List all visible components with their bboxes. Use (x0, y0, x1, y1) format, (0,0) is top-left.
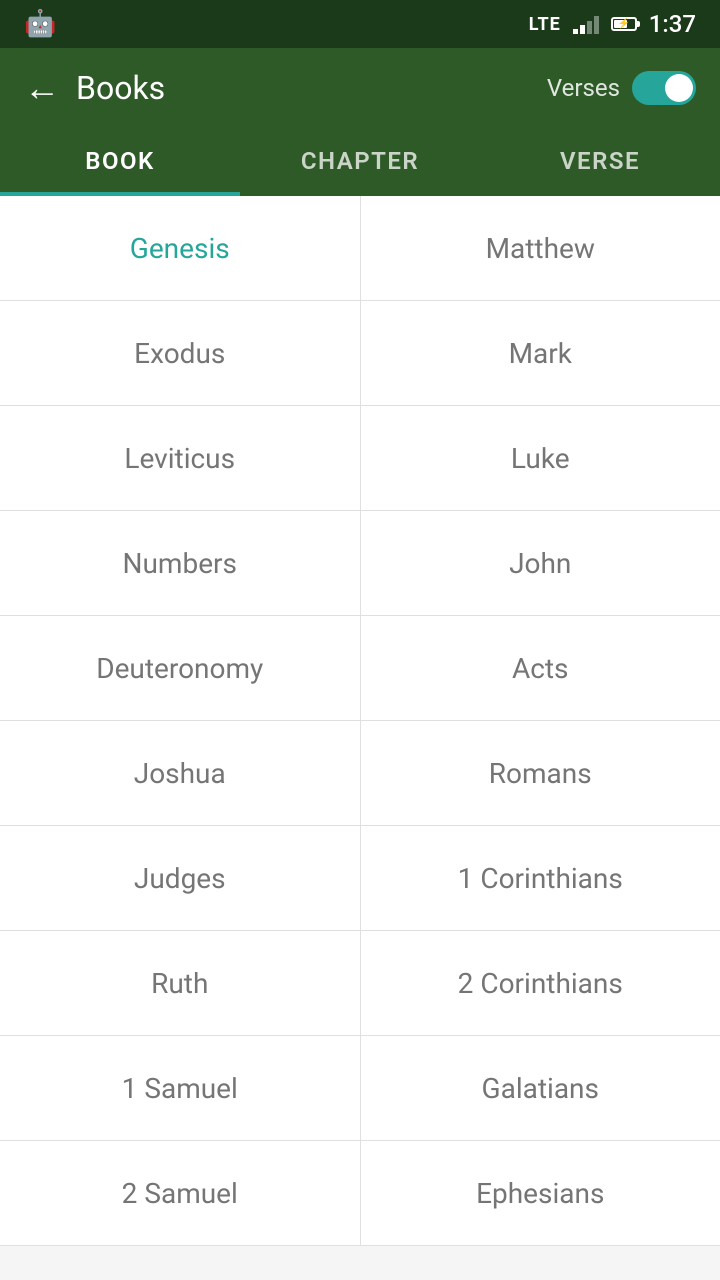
verses-toggle[interactable] (632, 71, 696, 105)
book-cell-right[interactable]: Luke (361, 406, 720, 510)
status-bar: 🤖 LTE ⚡ 1:37 (0, 0, 720, 48)
book-row: 2 SamuelEphesians (0, 1141, 720, 1246)
book-row: GenesisMatthew (0, 196, 720, 301)
time-display: 1:37 (649, 10, 696, 38)
tab-book[interactable]: BOOK (0, 128, 240, 193)
book-cell-right[interactable]: Mark (361, 301, 720, 405)
android-icon: 🤖 (24, 9, 56, 39)
lte-label: LTE (529, 14, 561, 35)
app-bar: ← Books Verses (0, 48, 720, 128)
tab-verse[interactable]: VERSE (480, 128, 720, 193)
book-row: 1 SamuelGalatians (0, 1036, 720, 1141)
book-cell-left[interactable]: Deuteronomy (0, 616, 361, 720)
book-cell-right[interactable]: Acts (361, 616, 720, 720)
verses-label: Verses (547, 74, 620, 102)
book-cell-right[interactable]: Galatians (361, 1036, 720, 1140)
book-cell-right[interactable]: John (361, 511, 720, 615)
book-row: DeuteronomyActs (0, 616, 720, 721)
book-cell-left[interactable]: Numbers (0, 511, 361, 615)
book-cell-left[interactable]: Genesis (0, 196, 361, 300)
book-cell-right[interactable]: 1 Corinthians (361, 826, 720, 930)
book-cell-left[interactable]: Exodus (0, 301, 361, 405)
book-cell-right[interactable]: 2 Corinthians (361, 931, 720, 1035)
tab-bar: BOOK CHAPTER VERSE (0, 128, 720, 196)
toggle-knob (665, 74, 693, 102)
book-row: JoshuaRomans (0, 721, 720, 826)
book-row: Ruth2 Corinthians (0, 931, 720, 1036)
signal-icon (573, 14, 599, 34)
tab-chapter[interactable]: CHAPTER (240, 128, 480, 193)
book-cell-right[interactable]: Ephesians (361, 1141, 720, 1245)
book-cell-left[interactable]: 2 Samuel (0, 1141, 361, 1245)
back-button[interactable]: ← (24, 70, 60, 106)
book-cell-left[interactable]: Ruth (0, 931, 361, 1035)
book-row: LeviticusLuke (0, 406, 720, 511)
battery-icon: ⚡ (611, 17, 637, 31)
book-cell-left[interactable]: 1 Samuel (0, 1036, 361, 1140)
app-title: Books (76, 69, 547, 107)
book-row: ExodusMark (0, 301, 720, 406)
book-cell-left[interactable]: Judges (0, 826, 361, 930)
book-cell-left[interactable]: Joshua (0, 721, 361, 825)
book-row: NumbersJohn (0, 511, 720, 616)
book-row: Judges1 Corinthians (0, 826, 720, 931)
book-cell-left[interactable]: Leviticus (0, 406, 361, 510)
book-cell-right[interactable]: Matthew (361, 196, 720, 300)
book-list: GenesisMatthewExodusMarkLeviticusLukeNum… (0, 196, 720, 1246)
book-cell-right[interactable]: Romans (361, 721, 720, 825)
